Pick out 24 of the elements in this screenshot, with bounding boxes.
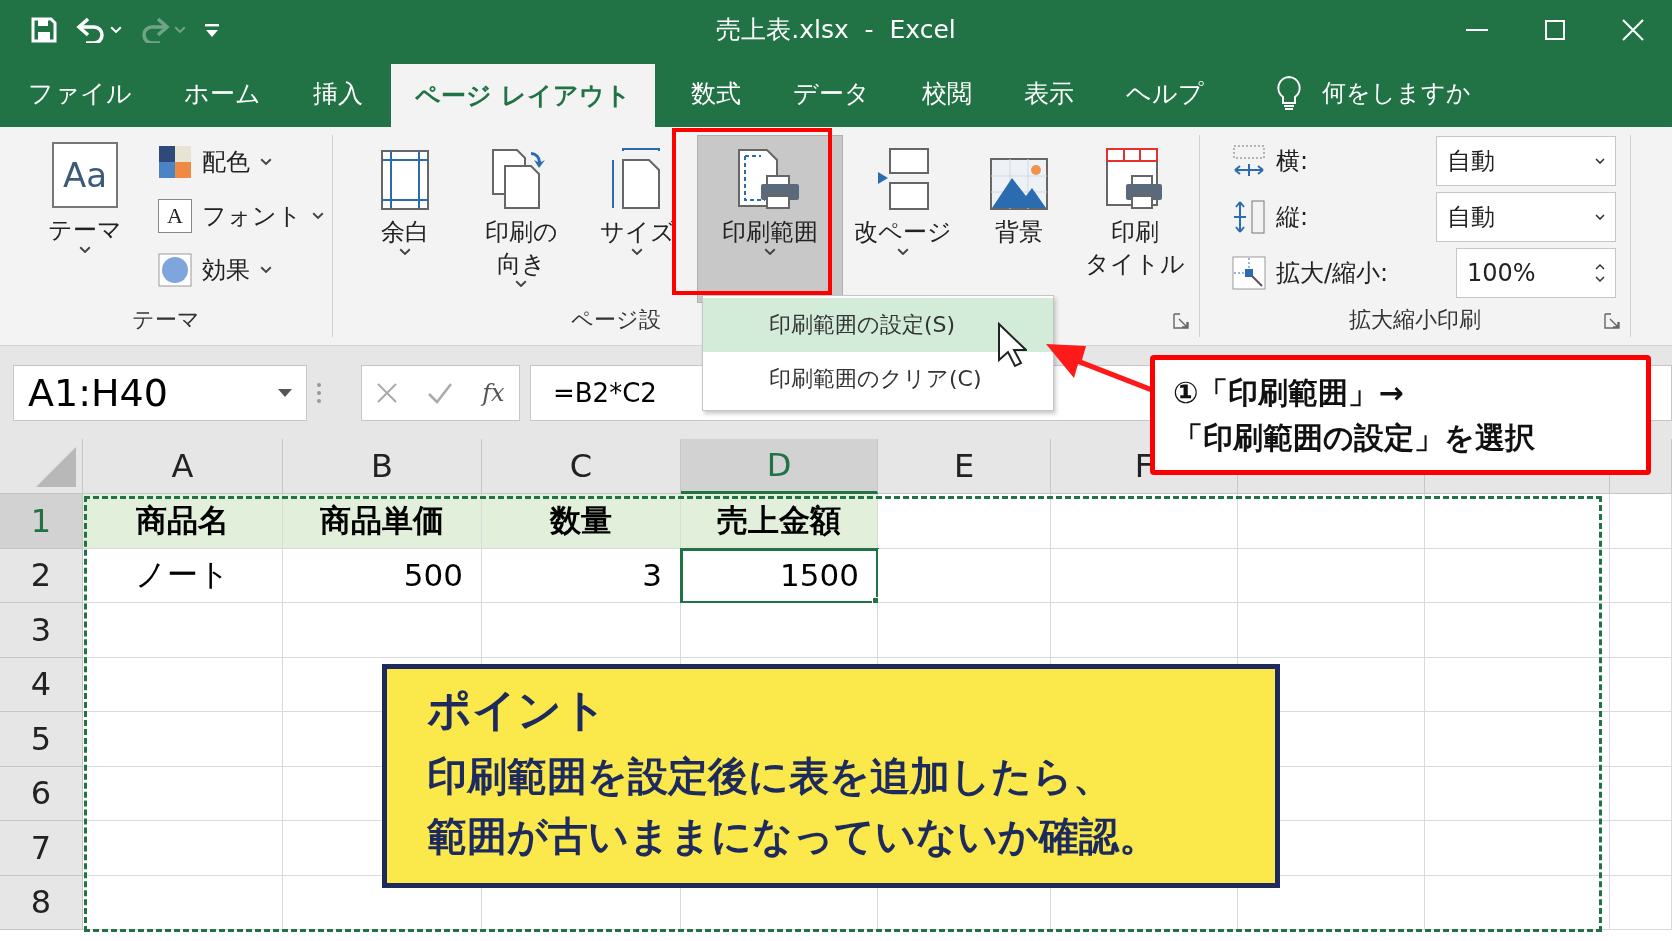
button-label: 印刷の bbox=[484, 217, 558, 248]
group-label: 拡大縮小印刷 bbox=[1349, 306, 1481, 334]
button-label: フォント bbox=[202, 201, 302, 232]
button-label: 向き bbox=[495, 249, 547, 280]
point-text: 印刷範囲を設定後に表を追加したら、 bbox=[427, 752, 1113, 801]
button-label: 改ページ bbox=[854, 217, 952, 248]
button-label: 印刷 bbox=[1110, 217, 1160, 248]
button-label: 配色 bbox=[202, 147, 250, 178]
button-label: 背景 bbox=[995, 217, 1043, 248]
scale-label: 横: bbox=[1276, 146, 1309, 177]
point-title: ポイント bbox=[427, 683, 607, 737]
button-label: 余白 bbox=[381, 217, 429, 248]
group-label: ページ設 bbox=[571, 306, 661, 334]
button-label: 印刷範囲 bbox=[722, 217, 818, 248]
scale-label: 縦: bbox=[1276, 202, 1309, 233]
scale-label: 拡大/縮小: bbox=[1276, 258, 1389, 289]
group-label: テーマ bbox=[132, 306, 200, 334]
theme-icon: Aa bbox=[52, 142, 118, 208]
font-icon: A bbox=[158, 199, 192, 233]
button-label: タイトル bbox=[1085, 249, 1185, 280]
window-title: 売上表.xlsx - Excel bbox=[716, 15, 956, 44]
button-label: サイズ bbox=[599, 217, 675, 248]
button-label: 効果 bbox=[202, 255, 250, 286]
point-text: 範囲が古いままになっていないか確認。 bbox=[427, 812, 1159, 861]
